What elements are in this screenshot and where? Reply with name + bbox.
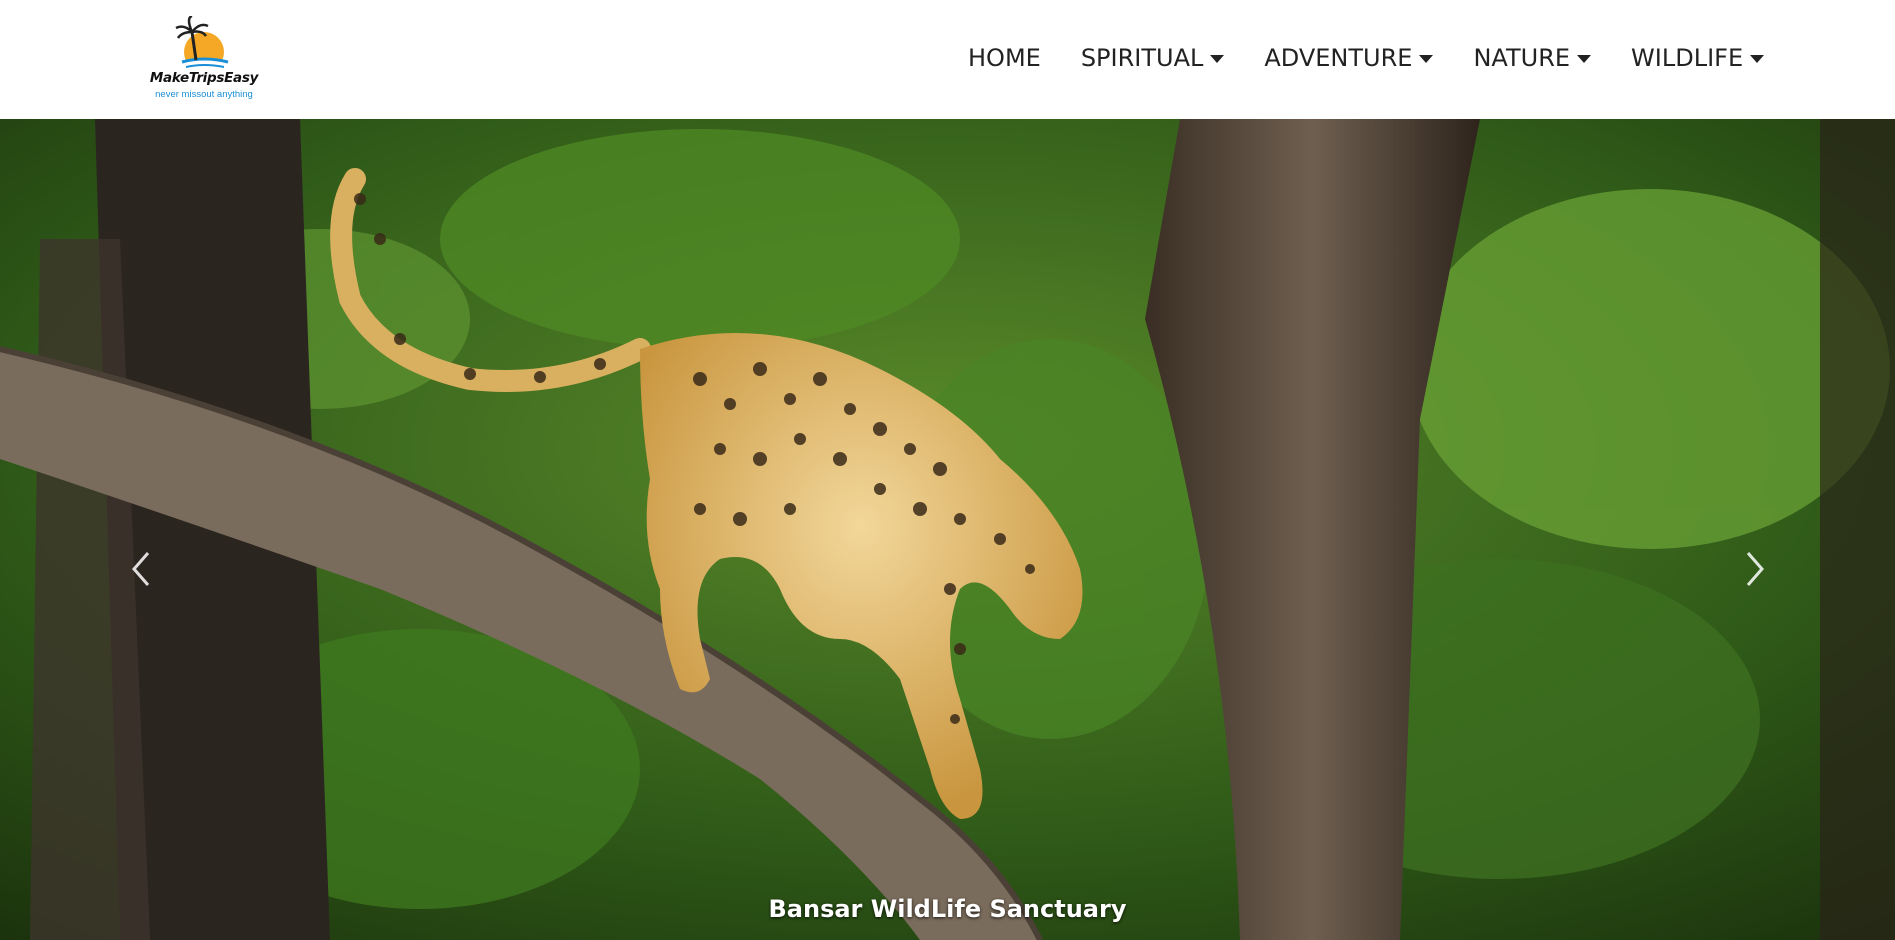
caret-down-icon (1419, 55, 1434, 63)
carousel-prev-button[interactable] (126, 539, 156, 599)
nav-wildlife[interactable]: WILDLIFE (1631, 44, 1765, 72)
chevron-right-icon (1746, 552, 1764, 586)
nav-adventure-label: ADVENTURE (1264, 44, 1413, 72)
brand-logo[interactable]: MakeTripsEasy never missout anything (142, 14, 266, 104)
nav-nature[interactable]: NATURE (1473, 44, 1592, 72)
palm-sun-icon (175, 16, 229, 72)
chevron-left-icon (132, 552, 150, 586)
caret-down-icon (1577, 55, 1592, 63)
caret-down-icon (1210, 55, 1225, 63)
nav-adventure[interactable]: ADVENTURE (1264, 44, 1434, 72)
carousel-slide-image (0, 119, 1895, 940)
nav-wildlife-label: WILDLIFE (1631, 44, 1744, 72)
navbar: MakeTripsEasy never missout anything HOM… (0, 0, 1895, 119)
brand-tagline: never missout anything (155, 89, 253, 100)
nav-home[interactable]: HOME (968, 44, 1041, 72)
brand-name: MakeTripsEasy (149, 70, 259, 86)
nav-spiritual-label: SPIRITUAL (1080, 44, 1204, 72)
carousel-next-button[interactable] (1740, 539, 1770, 599)
nav-spiritual[interactable]: SPIRITUAL (1081, 44, 1225, 72)
hero-carousel: Bansar WildLife Sanctuary (0, 119, 1895, 940)
main-nav: HOME SPIRITUAL ADVENTURE NATURE WILDLIFE (968, 44, 1765, 72)
nav-home-label: HOME (968, 44, 1041, 72)
caret-down-icon (1750, 55, 1765, 63)
nav-nature-label: NATURE (1473, 44, 1571, 72)
carousel-caption: Bansar WildLife Sanctuary (768, 895, 1127, 923)
